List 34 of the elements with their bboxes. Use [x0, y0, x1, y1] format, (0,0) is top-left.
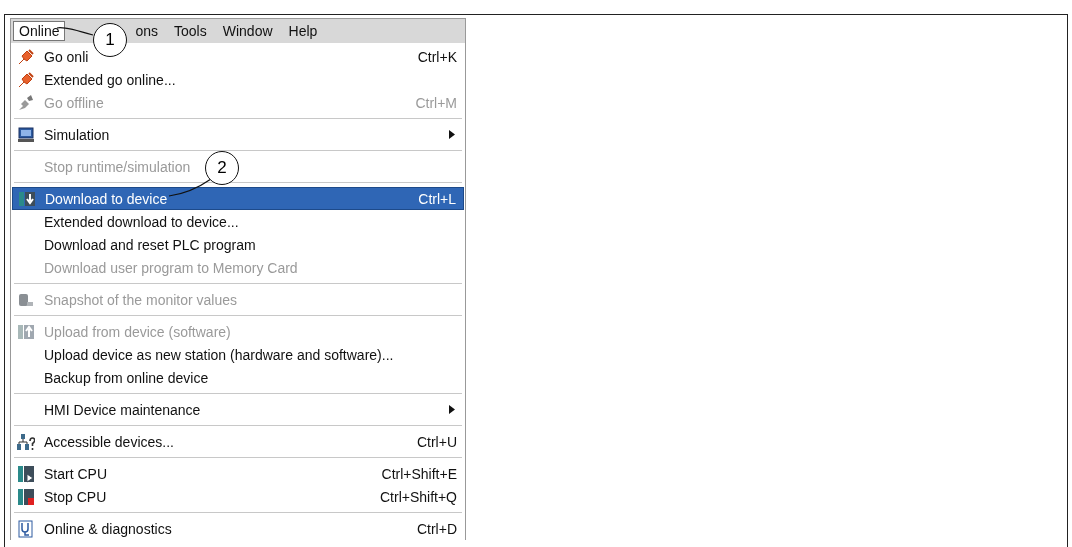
menu-item[interactable]: Go onli — [44, 48, 89, 65]
shortcut-text: Ctrl+M — [415, 94, 457, 111]
menu-bar-item[interactable]: Window — [216, 21, 279, 41]
plug-icon — [17, 47, 35, 66]
menu-item[interactable]: Download to device Ctrl+L — [12, 187, 464, 210]
cpu-start-icon — [17, 464, 35, 483]
menu-item[interactable]: Backup from online device — [44, 369, 209, 386]
plug-icon — [17, 70, 35, 89]
cpu-stop-icon — [17, 487, 35, 506]
menu-bar-item[interactable]: Online — [13, 21, 66, 41]
menu-item[interactable]: Extended download to device... — [44, 213, 239, 230]
upload-icon — [17, 322, 35, 341]
menu-bar-item[interactable]: Tools — [168, 21, 213, 41]
download-icon — [18, 189, 36, 208]
menu-item[interactable]: Simulation — [44, 126, 110, 143]
plug-icon — [17, 93, 35, 112]
menu-item[interactable]: Stop CPU — [44, 488, 107, 505]
menu-bar-item[interactable]: Help — [282, 21, 324, 41]
shortcut-text: Ctrl+Shift+E — [381, 465, 457, 482]
menu-item[interactable]: Accessible devices... — [44, 433, 174, 450]
menu-item[interactable]: Start CPU — [44, 465, 107, 482]
shortcut-text: Ctrl+U — [416, 433, 457, 450]
shortcut-text: Ctrl+D — [416, 520, 457, 537]
monitor-icon — [17, 125, 35, 144]
menu-item[interactable]: Download and reset PLC program — [44, 236, 256, 253]
shortcut-text: Ctrl+Shift+Q — [379, 488, 457, 505]
menu-item[interactable]: Upload device as new station (hardware and software)... — [44, 346, 394, 363]
network-icon — [17, 432, 35, 451]
menu-item[interactable]: Extended go online... — [44, 71, 176, 88]
menu-item[interactable]: HMI Device maintenance — [44, 401, 201, 418]
leader-line — [168, 178, 212, 197]
shortcut-text: Ctrl+K — [417, 48, 457, 65]
menu-bar-item[interactable]: ons — [129, 21, 165, 41]
menu-item[interactable]: Online & diagnostics — [44, 520, 172, 537]
